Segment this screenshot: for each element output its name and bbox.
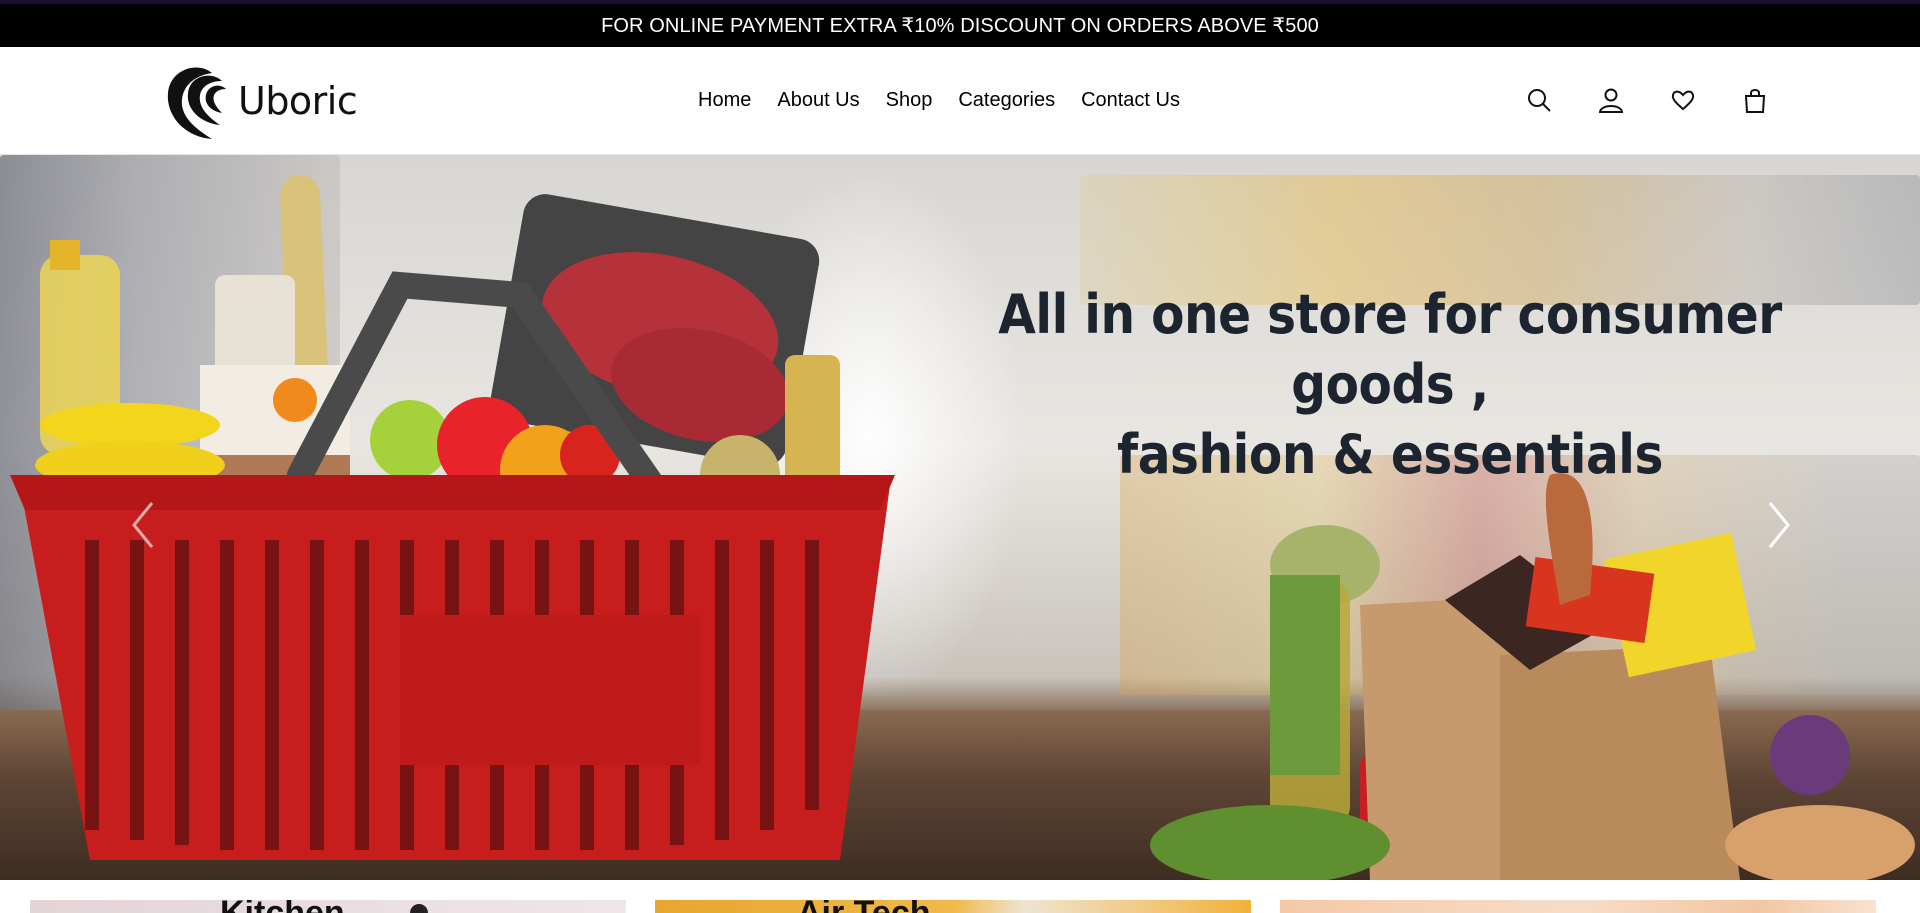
chevron-right-icon xyxy=(1768,502,1790,548)
search-icon[interactable] xyxy=(1526,87,1552,113)
kitchen-product-image xyxy=(410,904,428,913)
chevron-left-icon xyxy=(132,502,154,548)
category-cards-row: Kitchen Air Tech xyxy=(0,880,1920,913)
category-card-kitchen[interactable]: Kitchen xyxy=(30,900,626,913)
carousel-prev-button[interactable] xyxy=(124,495,164,555)
shopping-bag-icon[interactable] xyxy=(1742,87,1768,113)
header-actions xyxy=(1526,47,1768,153)
nav-about-us[interactable]: About Us xyxy=(777,89,859,112)
nav-contact-us[interactable]: Contact Us xyxy=(1081,89,1180,112)
announcement-bar: FOR ONLINE PAYMENT EXTRA ₹10% DISCOUNT O… xyxy=(0,0,1920,47)
hero-banner: All in one store for consumer goods , fa… xyxy=(0,155,1920,880)
hero-headline-line1: All in one store for consumer goods , xyxy=(998,283,1782,416)
category-card-title: Kitchen xyxy=(220,900,345,913)
logo-mark-icon xyxy=(167,67,226,139)
carousel-next-button[interactable] xyxy=(1758,495,1798,555)
user-icon[interactable] xyxy=(1598,87,1624,113)
category-card-title: Air Tech xyxy=(797,900,931,913)
grocery-bags-image xyxy=(1150,473,1915,880)
heart-icon[interactable] xyxy=(1670,87,1696,113)
site-header: Uboric Home About Us Shop Categories Con… xyxy=(0,47,1920,155)
nav-home[interactable]: Home xyxy=(698,89,751,112)
hero-headline-line2: fashion & essentials xyxy=(1117,423,1663,486)
hero-headline: All in one store for consumer goods , fa… xyxy=(931,280,1849,490)
brand-name: Uboric xyxy=(238,79,358,123)
nav-categories[interactable]: Categories xyxy=(958,89,1055,112)
category-card-air-tech[interactable]: Air Tech xyxy=(655,900,1251,913)
brand-logo[interactable]: Uboric xyxy=(160,59,358,143)
category-card-third[interactable] xyxy=(1280,900,1876,913)
announcement-text: FOR ONLINE PAYMENT EXTRA ₹10% DISCOUNT O… xyxy=(601,15,1319,37)
nav-shop[interactable]: Shop xyxy=(886,89,933,112)
main-nav: Home About Us Shop Categories Contact Us xyxy=(698,47,1180,153)
